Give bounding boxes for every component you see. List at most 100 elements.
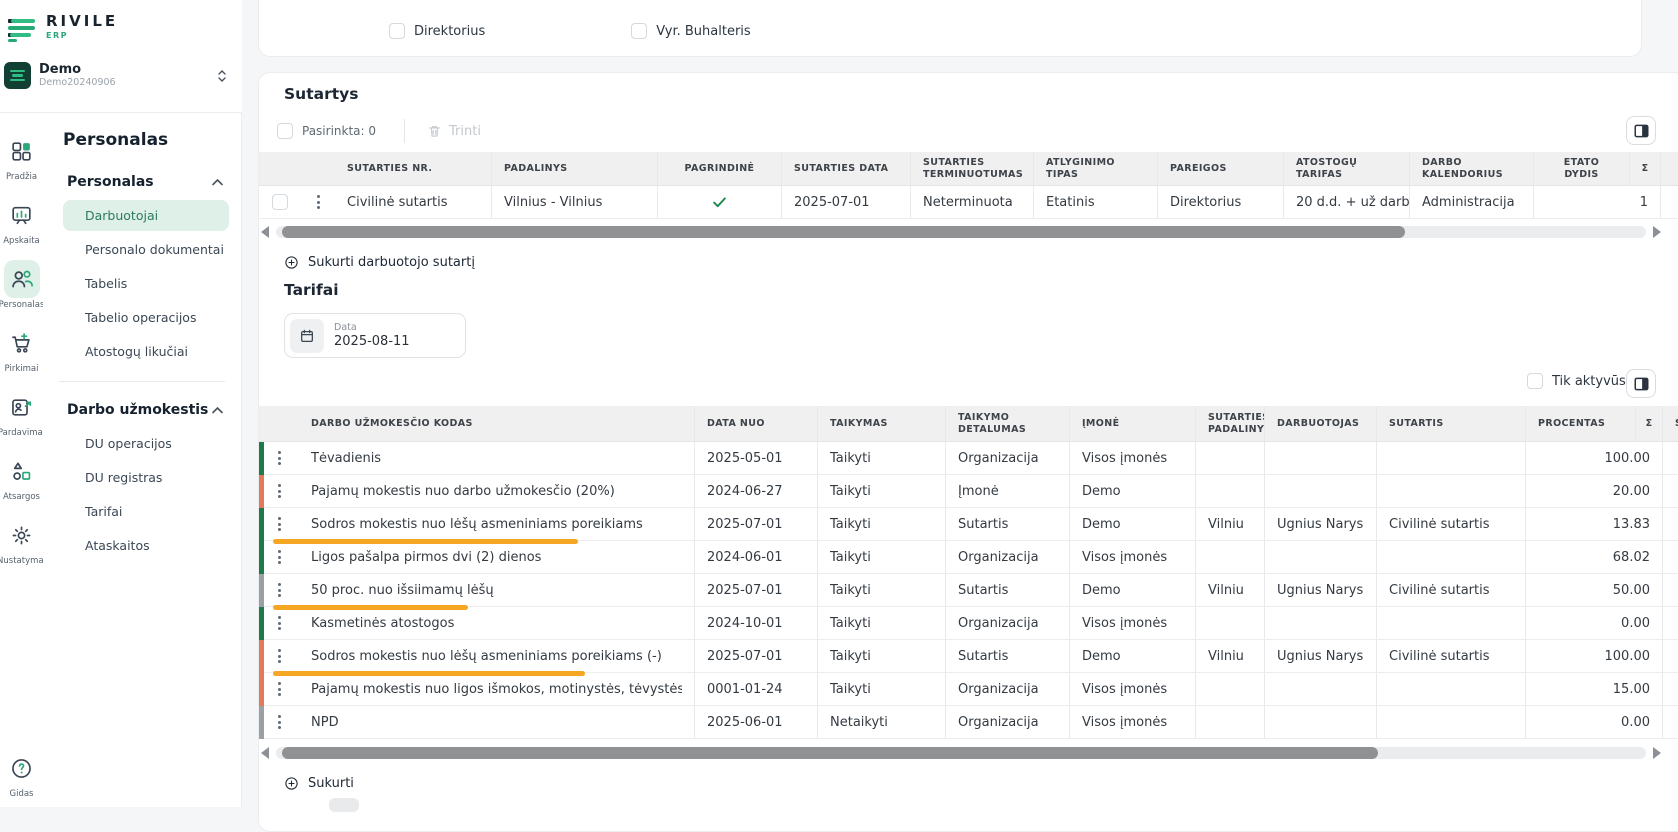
cell-procentas: 100.00 <box>1526 640 1663 672</box>
rail-item-pirkimai[interactable]: Pirkimai <box>4 324 40 374</box>
cell-data-nuo: 2025-07-01 <box>695 574 818 606</box>
rail-item-atsargos[interactable]: Atsargos <box>3 452 40 502</box>
cell-clipped <box>1663 640 1678 672</box>
rail-item-personalas[interactable]: Personalas <box>0 260 44 310</box>
contracts-hscrollbar <box>261 225 1661 239</box>
workspace-code: Demo20240906 <box>39 77 116 88</box>
scroll-right-icon[interactable] <box>1653 747 1661 759</box>
tariff-row[interactable]: Sodros mokestis nuo lėšų asmeniniams por… <box>259 508 1678 541</box>
sidebar-item-atostog-liku-iai[interactable]: Atostogų likučiai <box>63 336 229 367</box>
delete-button[interactable]: Trinti <box>427 123 481 139</box>
active-only-toggle[interactable]: Tik aktyvūs <box>1527 373 1626 389</box>
create-tariff-link[interactable]: Sukurti <box>284 773 1678 793</box>
sidebar-section-0[interactable]: Personalas <box>63 170 229 200</box>
columns-icon <box>1634 124 1649 138</box>
scroll-left-icon[interactable] <box>261 226 269 238</box>
row-checkbox-cell[interactable] <box>259 186 301 218</box>
row-menu-cell[interactable] <box>259 508 299 540</box>
cell-sutartis: Civilinė sutartis <box>1377 508 1526 540</box>
tariff-row[interactable]: Kasmetinės atostogos2024-10-01TaikytiOrg… <box>259 607 1678 640</box>
tariff-row[interactable]: 50 proc. nuo išsiimamų lėšų2025-07-01Tai… <box>259 574 1678 607</box>
sidebar-section-label: Personalas <box>67 174 154 190</box>
contract-row[interactable]: Civilinė sutartisVilnius - Vilnius2025-0… <box>259 186 1678 219</box>
cell-detalumas: Organizacija <box>946 541 1070 573</box>
row-menu-cell[interactable] <box>259 607 299 639</box>
scrollbar-thumb[interactable] <box>282 226 1405 238</box>
cell-atlyginimo-tipas: Etatinis <box>1034 186 1158 218</box>
cell-darbuotojas: Ugnius Narys <box>1265 640 1377 672</box>
row-menu-cell[interactable] <box>259 442 299 474</box>
rail-item-gidas[interactable]: Gidas <box>4 749 40 799</box>
row-menu-icon[interactable] <box>271 649 287 663</box>
cell-padalinys: Vilniu <box>1196 640 1265 672</box>
scrollbar-thumb[interactable] <box>282 747 1378 759</box>
row-menu-cell[interactable] <box>259 640 299 672</box>
row-menu-cell[interactable] <box>259 475 299 507</box>
rail-item-nustatymai[interactable]: Nustatymai <box>0 516 46 566</box>
cell-pareigos: Direktorius <box>1158 186 1284 218</box>
row-menu-icon[interactable] <box>271 715 287 729</box>
row-menu-cell[interactable] <box>259 673 299 705</box>
scrollbar-track[interactable] <box>276 747 1646 759</box>
tariff-row[interactable]: Ligos pašalpa pirmos dvi (2) dienos2024-… <box>259 541 1678 574</box>
sidebar-item-du-registras[interactable]: DU registras <box>63 462 229 493</box>
scrollbar-track[interactable] <box>276 226 1646 238</box>
row-menu-cell[interactable] <box>259 541 299 573</box>
select-all-checkbox[interactable] <box>277 123 293 139</box>
sidebar-item-ataskaitos[interactable]: Ataskaitos <box>63 530 229 561</box>
sidebar-item-tabelis[interactable]: Tabelis <box>63 268 229 299</box>
scroll-right-icon[interactable] <box>1653 226 1661 238</box>
create-contract-link[interactable]: Sukurti darbuotojo sutartį <box>284 252 1678 272</box>
annotation-underline <box>299 671 585 672</box>
role-checkbox-item[interactable]: Vyr. Buhalteris <box>631 23 750 39</box>
sidebar-section-1[interactable]: Darbo užmokestis <box>63 398 229 428</box>
row-menu-cell[interactable] <box>259 574 299 606</box>
scroll-left-icon[interactable] <box>261 747 269 759</box>
row-menu-icon[interactable] <box>271 550 287 564</box>
tariff-row[interactable]: NPD2025-06-01NetaikytiOrganizacijaVisos … <box>259 706 1678 739</box>
row-menu-icon[interactable] <box>271 517 287 531</box>
cell-imone: Visos įmonės <box>1070 541 1196 573</box>
rail-item-pradzia[interactable]: Pradžia <box>4 132 40 182</box>
sidebar-item-tabelio-operacijos[interactable]: Tabelio operacijos <box>63 302 229 333</box>
cell-clipped <box>1663 475 1678 507</box>
column-header: SUTARTIES TERMINUOTUMAS <box>911 152 1034 185</box>
checkbox[interactable] <box>389 23 405 39</box>
role-checkbox-item[interactable]: Direktorius <box>389 23 485 39</box>
checkbox[interactable] <box>631 23 647 39</box>
active-only-checkbox[interactable] <box>1527 373 1543 389</box>
row-menu-icon[interactable] <box>271 682 287 696</box>
cell-padalinys: Vilniu <box>1196 574 1265 606</box>
column-header: DARBO UŽMOKESČIO KODAS <box>299 406 695 441</box>
date-field[interactable]: Data 2025-08-11 <box>284 313 466 358</box>
tariff-row[interactable]: Sodros mokestis nuo lėšų asmeniniams por… <box>259 640 1678 673</box>
workspace-switch-icon[interactable] <box>218 70 226 82</box>
tariff-row[interactable]: Tėvadienis2025-05-01TaikytiOrganizacijaV… <box>259 442 1678 475</box>
rail-item-label: Pirkimai <box>5 364 39 374</box>
pradzia-icon <box>4 132 40 170</box>
cell-kodas: NPD <box>299 706 695 738</box>
pirkimai-icon <box>4 324 40 362</box>
sidebar-item-darbuotojai[interactable]: Darbuotojai <box>63 200 229 231</box>
row-menu-icon[interactable] <box>271 583 287 597</box>
tariff-row[interactable]: Pajamų mokestis nuo darbo užmokesčio (20… <box>259 475 1678 508</box>
tariff-row[interactable]: Pajamų mokestis nuo ligos išmokos, motin… <box>259 673 1678 706</box>
rail-item-apskaita[interactable]: Apskaita <box>3 196 40 246</box>
sidebar-item-du-operacijos[interactable]: DU operacijos <box>63 428 229 459</box>
rivile-logo-icon <box>8 14 38 44</box>
row-menu-icon[interactable] <box>271 616 287 630</box>
row-menu-cell[interactable] <box>259 706 299 738</box>
rail-item-label: Pardavimai <box>0 428 45 438</box>
row-menu-cell[interactable] <box>301 186 335 218</box>
rail-item-pardavimai[interactable]: Pardavimai <box>0 388 45 438</box>
tariffs-column-settings-button[interactable] <box>1626 369 1656 398</box>
sidebar-item-tarifai[interactable]: Tarifai <box>63 496 229 527</box>
sidebar-item-personalo-dokumentai[interactable]: Personalo dokumentai <box>63 234 229 265</box>
workspace-selector[interactable]: Demo Demo20240906 <box>4 62 236 89</box>
row-checkbox[interactable] <box>272 194 288 210</box>
tariffs-hscrollbar <box>261 746 1661 760</box>
row-menu-icon[interactable] <box>313 195 323 209</box>
row-menu-icon[interactable] <box>271 484 287 498</box>
row-menu-icon[interactable] <box>271 451 287 465</box>
contracts-column-settings-button[interactable] <box>1626 116 1656 145</box>
